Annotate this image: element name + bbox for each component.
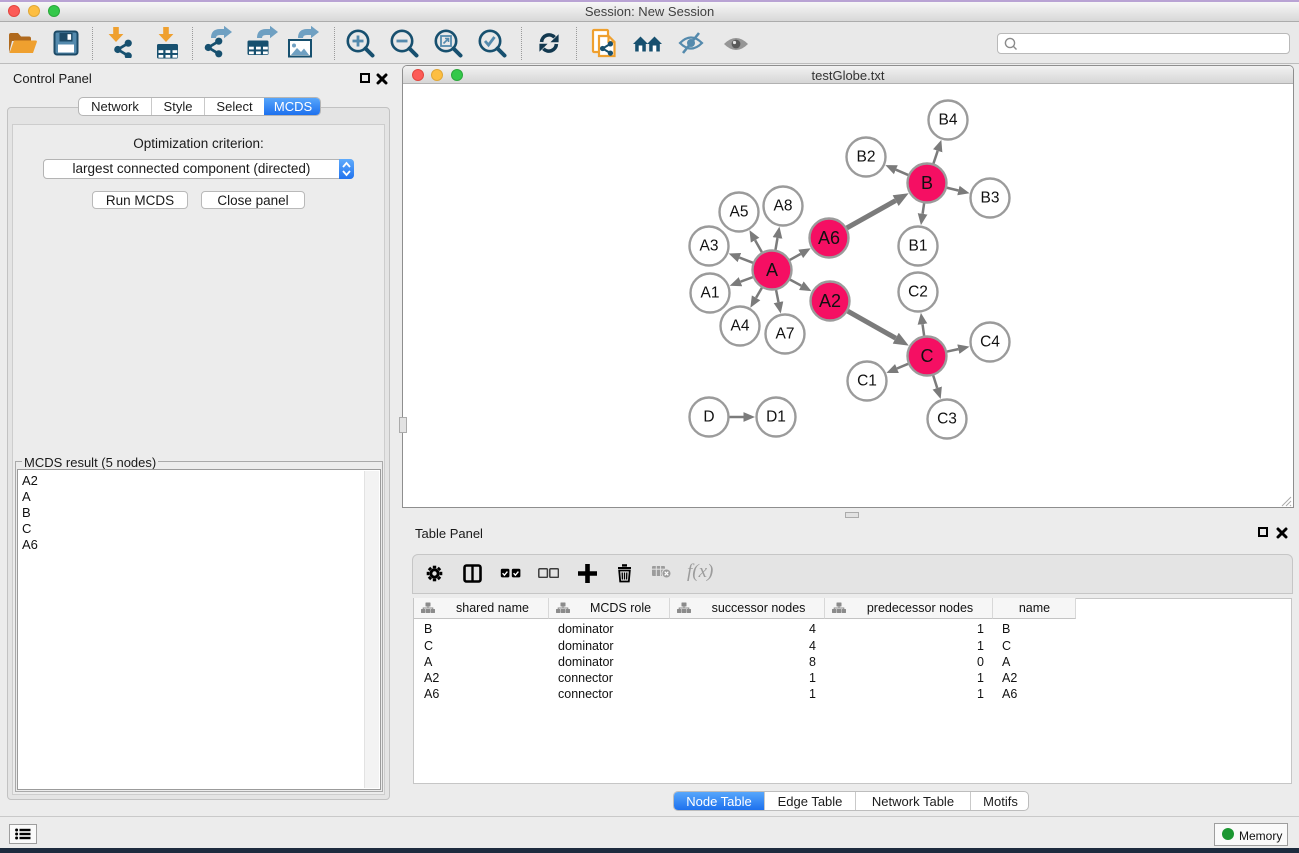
svg-text:A2: A2 (819, 291, 841, 311)
svg-text:C: C (921, 346, 934, 366)
svg-text:B: B (921, 173, 933, 193)
svg-text:A8: A8 (774, 198, 793, 215)
svg-text:A6: A6 (818, 228, 840, 248)
svg-text:A5: A5 (730, 204, 749, 221)
svg-text:A: A (766, 260, 778, 280)
svg-text:C1: C1 (857, 373, 877, 390)
svg-text:B2: B2 (857, 149, 876, 166)
svg-text:A7: A7 (776, 326, 795, 343)
svg-text:A4: A4 (731, 318, 750, 335)
svg-text:A3: A3 (700, 238, 719, 255)
svg-text:D: D (703, 409, 714, 426)
svg-text:C4: C4 (980, 334, 1000, 351)
svg-text:D1: D1 (766, 409, 786, 426)
svg-text:A1: A1 (701, 285, 720, 302)
svg-text:C2: C2 (908, 284, 928, 301)
svg-text:B4: B4 (939, 112, 958, 129)
svg-text:B3: B3 (981, 190, 1000, 207)
svg-text:B1: B1 (909, 238, 928, 255)
svg-text:C3: C3 (937, 411, 957, 428)
